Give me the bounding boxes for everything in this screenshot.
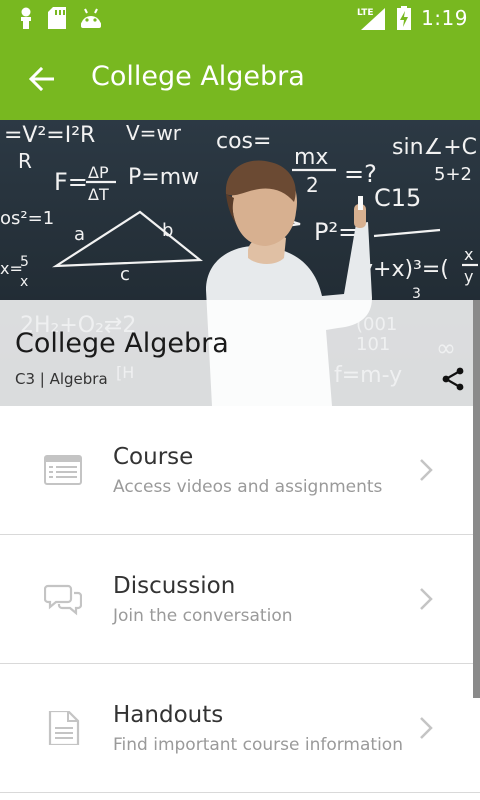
app-bar: College Algebra — [0, 37, 480, 120]
status-system: LTE 1:19 — [357, 6, 468, 30]
document-icon — [48, 711, 80, 745]
svg-text:y+x)³=(: y+x)³=( — [360, 257, 449, 282]
menu-item-title: Handouts — [113, 702, 224, 728]
svg-text:C15: C15 — [374, 184, 421, 212]
course-subtitle: C3 | Algebra — [15, 370, 108, 388]
back-button[interactable] — [22, 59, 62, 99]
svg-text:V=wr: V=wr — [126, 121, 182, 145]
svg-text:2: 2 — [306, 173, 319, 197]
svg-text:x: x — [20, 274, 28, 290]
menu-item-description: Access videos and assignments — [113, 477, 383, 497]
menu-item-handouts[interactable]: Handouts Find important course informati… — [0, 664, 480, 793]
svg-text:cos=: cos= — [216, 129, 271, 154]
svg-text:=V²=I²R: =V²=I²R — [4, 123, 95, 148]
course-hero-banner: =V²=I²R V=wr cos= mx 2 =? sin∠+C 5+2 R F… — [0, 120, 480, 406]
svg-text:a: a — [74, 224, 85, 245]
chevron-right-icon — [420, 717, 433, 739]
status-notifications — [18, 7, 102, 29]
svg-text:y: y — [464, 267, 473, 286]
signal-icon: LTE — [357, 8, 386, 30]
menu-item-discussion[interactable]: Discussion Join the conversation — [0, 535, 480, 664]
svg-text:mx: mx — [294, 145, 328, 170]
svg-text:x: x — [464, 245, 473, 264]
svg-text:F=: F= — [54, 168, 88, 196]
svg-text:5: 5 — [20, 254, 29, 270]
svg-text:c: c — [120, 264, 130, 285]
battery-charging-icon — [397, 6, 412, 30]
scrollbar[interactable] — [473, 300, 480, 698]
sd-card-icon — [48, 7, 66, 29]
chevron-right-icon — [420, 588, 433, 610]
svg-text:5+2: 5+2 — [434, 164, 472, 185]
menu-item-title: Course — [113, 444, 194, 470]
svg-text:ΔP: ΔP — [88, 163, 109, 182]
svg-text:P=mw: P=mw — [128, 165, 199, 190]
menu-item-description: Find important course information — [113, 735, 403, 755]
menu-item-description: Join the conversation — [113, 606, 293, 626]
svg-text:os²=1: os²=1 — [0, 208, 54, 229]
svg-text:ΔT: ΔT — [88, 185, 109, 204]
menu-item-course[interactable]: Course Access videos and assignments — [0, 406, 480, 535]
svg-text:b: b — [162, 220, 173, 241]
svg-text:=?: =? — [344, 160, 377, 188]
list-icon — [44, 455, 82, 485]
status-bar: LTE 1:19 — [0, 0, 480, 37]
svg-text:LTE: LTE — [357, 8, 374, 18]
clock: 1:19 — [421, 6, 468, 30]
svg-text:sin∠+C: sin∠+C — [392, 135, 477, 160]
course-menu-list: Course Access videos and assignments Dis… — [0, 406, 480, 793]
share-button[interactable] — [440, 366, 466, 392]
share-icon — [442, 367, 464, 391]
svg-text:R: R — [18, 149, 32, 173]
course-title: College Algebra — [15, 328, 229, 359]
chat-bubbles-icon — [44, 584, 82, 616]
page-title: College Algebra — [91, 61, 305, 92]
arrow-left-icon — [29, 67, 54, 91]
menu-item-title: Discussion — [113, 573, 236, 599]
person-icon — [21, 7, 31, 29]
chevron-right-icon — [420, 459, 433, 481]
android-icon — [81, 8, 101, 28]
svg-text:P²=: P²= — [314, 218, 358, 246]
